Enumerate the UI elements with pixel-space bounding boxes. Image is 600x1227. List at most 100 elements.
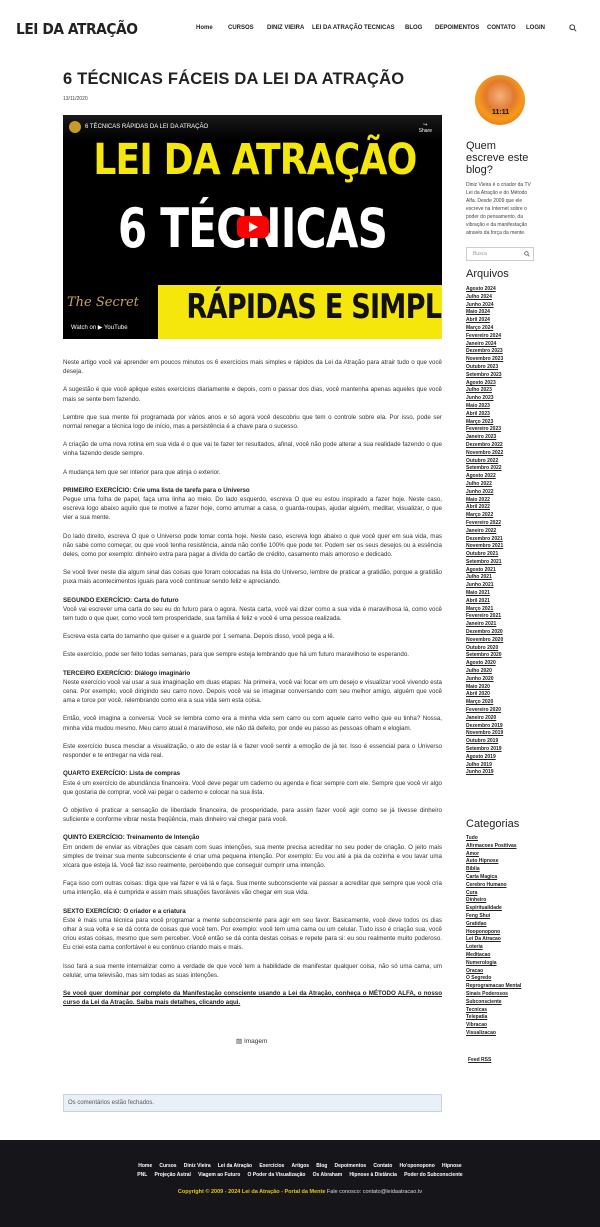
channel-logo-icon[interactable]: [69, 121, 81, 133]
category-link[interactable]: Sinais Poderosos: [466, 991, 521, 999]
archive-link[interactable]: Novembro 2021: [466, 543, 503, 551]
archive-link[interactable]: Fevereiro 2021: [466, 613, 503, 621]
course-cta-link[interactable]: Se você quer dominar por completo da Man…: [63, 989, 442, 1007]
search-icon[interactable]: [569, 24, 577, 32]
contact-text[interactable]: Fale conosco: contato@leidaatracao.tv: [325, 1189, 422, 1195]
archive-link[interactable]: Agosto 2024: [466, 286, 503, 294]
nav-item[interactable]: TECNICAS: [364, 25, 405, 31]
archive-link[interactable]: Outubro 2022: [466, 458, 503, 466]
archive-link[interactable]: Agosto 2022: [466, 473, 503, 481]
footer-link[interactable]: Contato: [373, 1163, 392, 1169]
category-link[interactable]: Auto Hipnose: [466, 858, 521, 866]
archive-link[interactable]: Novembro 2022: [466, 450, 503, 458]
share-button[interactable]: ↪ Share: [419, 122, 432, 134]
archive-link[interactable]: Setembro 2023: [466, 372, 503, 380]
archive-link[interactable]: Junho 2020: [466, 676, 503, 684]
archive-link[interactable]: Setembro 2022: [466, 465, 503, 473]
category-link[interactable]: Espiritualidade: [466, 905, 521, 913]
archive-link[interactable]: Dezembro 2022: [466, 442, 503, 450]
category-link[interactable]: Afirmacoes Positivas: [466, 843, 521, 851]
footer-link[interactable]: Exercícios: [259, 1163, 284, 1169]
archive-link[interactable]: Outubro 2020: [466, 645, 503, 653]
category-link[interactable]: Numerologia: [466, 960, 521, 968]
archive-link[interactable]: Abril 2021: [466, 598, 503, 606]
category-link[interactable]: Tecnicas: [466, 1007, 521, 1015]
archive-link[interactable]: Setembro 2020: [466, 652, 503, 660]
nav-item[interactable]: DEPOIMENTOS: [435, 25, 487, 31]
archive-link[interactable]: Janeiro 2021: [466, 621, 503, 629]
video-title[interactable]: 6 TÉCNICAS RÁPIDAS DA LEI DA ATRAÇÃO: [85, 124, 208, 130]
archive-link[interactable]: Junho 2021: [466, 582, 503, 590]
archive-link[interactable]: Maio 2021: [466, 590, 503, 598]
category-link[interactable]: Vibracao: [466, 1022, 521, 1030]
category-link[interactable]: Dinheiro: [466, 897, 521, 905]
archive-link[interactable]: Março 2021: [466, 606, 503, 614]
archive-link[interactable]: Janeiro 2020: [466, 715, 503, 723]
archive-link[interactable]: Novembro 2019: [466, 730, 503, 738]
archive-link[interactable]: Junho 2023: [466, 395, 503, 403]
category-link[interactable]: Lei Da Atracao: [466, 936, 521, 944]
archive-link[interactable]: Outubro 2021: [466, 551, 503, 559]
archive-link[interactable]: Maio 2024: [466, 309, 503, 317]
archive-link[interactable]: Setembro 2019: [466, 746, 503, 754]
archive-link[interactable]: Junho 2019: [466, 769, 503, 777]
footer-link[interactable]: Artigos: [292, 1163, 310, 1169]
archive-link[interactable]: Março 2022: [466, 512, 503, 520]
footer-link[interactable]: Diniz Vieira: [184, 1163, 211, 1169]
nav-item[interactable]: CURSOS: [228, 25, 267, 31]
footer-link[interactable]: Projeção Astral: [154, 1172, 191, 1178]
archive-link[interactable]: Abril 2023: [466, 411, 503, 419]
archive-link[interactable]: Julho 2020: [466, 668, 503, 676]
watch-on-youtube-button[interactable]: Watch on ▶ YouTube: [67, 322, 132, 333]
footer-link[interactable]: Ho'oponopono: [399, 1163, 434, 1169]
play-button-icon[interactable]: [237, 216, 269, 238]
archive-link[interactable]: Julho 2024: [466, 294, 503, 302]
archive-link[interactable]: Dezembro 2021: [466, 536, 503, 544]
site-logo[interactable]: LEI DA ATRAÇÃO: [16, 20, 138, 38]
archive-link[interactable]: Abril 2024: [466, 317, 503, 325]
category-link[interactable]: Loteria: [466, 944, 521, 952]
footer-link[interactable]: Viagem ao Futuro: [198, 1172, 240, 1178]
archive-link[interactable]: Dezembro 2019: [466, 723, 503, 731]
footer-link[interactable]: Blog: [316, 1163, 327, 1169]
archive-link[interactable]: Fevereiro 2023: [466, 426, 503, 434]
archive-link[interactable]: Abril 2022: [466, 504, 503, 512]
archive-link[interactable]: Julho 2019: [466, 762, 503, 770]
footer-link[interactable]: Cursos: [159, 1163, 176, 1169]
category-link[interactable]: Telepatia: [466, 1014, 521, 1022]
footer-link[interactable]: Hipnose: [442, 1163, 462, 1169]
category-link[interactable]: Visualizacao: [466, 1030, 521, 1038]
archive-link[interactable]: Fevereiro 2020: [466, 707, 503, 715]
archive-link[interactable]: Setembro 2021: [466, 559, 503, 567]
archive-link[interactable]: Abril 2020: [466, 691, 503, 699]
archive-link[interactable]: Agosto 2020: [466, 660, 503, 668]
nav-item[interactable]: BLOG: [405, 25, 435, 31]
category-link[interactable]: Biblia: [466, 866, 521, 874]
footer-link[interactable]: Poder do Subconsciente: [404, 1172, 463, 1178]
archive-link[interactable]: Março 2023: [466, 419, 503, 427]
archive-link[interactable]: Janeiro 2022: [466, 528, 503, 536]
archive-link[interactable]: Março 2020: [466, 699, 503, 707]
footer-link[interactable]: Os Abraham: [313, 1172, 343, 1178]
archive-link[interactable]: Outubro 2019: [466, 738, 503, 746]
archive-link[interactable]: Maio 2020: [466, 684, 503, 692]
nav-item[interactable]: CONTATO: [487, 25, 526, 31]
category-link[interactable]: Subconsciente: [466, 999, 521, 1007]
archive-link[interactable]: Outubro 2023: [466, 364, 503, 372]
category-link[interactable]: Cura: [466, 890, 521, 898]
footer-link[interactable]: Lei da Atração: [218, 1163, 252, 1169]
archive-link[interactable]: Julho 2022: [466, 481, 503, 489]
category-link[interactable]: Gratidao: [466, 921, 521, 929]
archive-link[interactable]: Janeiro 2023: [466, 434, 503, 442]
nav-item[interactable]: Home: [196, 25, 228, 31]
footer-link[interactable]: Home: [138, 1163, 152, 1169]
archive-link[interactable]: Agosto 2023: [466, 380, 503, 388]
youtube-video[interactable]: 6 TÉCNICAS RÁPIDAS DA LEI DA ATRAÇÃO ↪ Sh…: [63, 115, 442, 339]
archive-link[interactable]: Maio 2022: [466, 497, 503, 505]
archive-link[interactable]: Maio 2023: [466, 403, 503, 411]
sidebar-search-input[interactable]: Busca: [466, 247, 534, 261]
nav-item[interactable]: LEI DA ATRAÇÃO: [312, 25, 364, 31]
footer-link[interactable]: O Poder da Visualização: [247, 1172, 305, 1178]
footer-link[interactable]: PNL: [137, 1172, 147, 1178]
footer-link[interactable]: Depoimentos: [335, 1163, 367, 1169]
